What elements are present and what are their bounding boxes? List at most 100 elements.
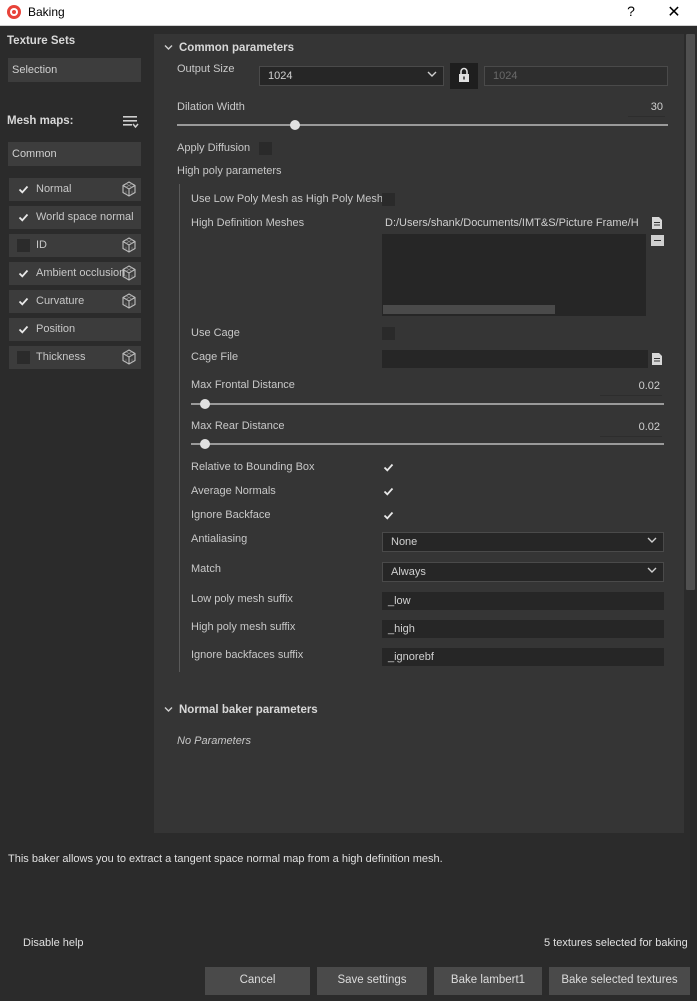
lock-button[interactable] [450, 63, 478, 89]
texture-sets-title: Texture Sets [7, 35, 76, 47]
high-poly-parameters-label: High poly parameters [177, 165, 282, 177]
dilation-width-slider-knob[interactable] [289, 120, 300, 130]
close-button[interactable]: ✕ [664, 2, 684, 22]
ignore-backfaces-suffix-label: Ignore backfaces suffix [191, 649, 304, 661]
mesh-map-label: Position [36, 323, 76, 335]
dilation-width-slider-track[interactable] [177, 124, 668, 126]
common-parameters-title: Common parameters [179, 42, 295, 54]
substance-logo-icon [7, 5, 21, 19]
mesh-settings-icon[interactable] [121, 293, 137, 309]
antialiasing-label: Antialiasing [191, 533, 248, 545]
output-size-linked-field: 1024 [484, 66, 668, 86]
apply-diffusion-checkbox[interactable] [259, 142, 272, 155]
chevron-down-icon [647, 567, 657, 573]
cage-file-label: Cage File [191, 351, 239, 363]
mesh-map-checkbox[interactable] [17, 351, 30, 364]
normal-baker-header[interactable]: Normal baker parameters [164, 704, 318, 716]
mesh-map-item[interactable]: Normal [9, 178, 141, 201]
file-icon[interactable] [651, 216, 663, 230]
mesh-map-checkbox[interactable] [17, 267, 30, 280]
relative-bbox-checkbox[interactable] [382, 461, 395, 474]
mesh-map-checkbox[interactable] [17, 211, 30, 224]
use-cage-label: Use Cage [191, 327, 240, 339]
chevron-down-icon [164, 42, 173, 54]
dilation-width-value[interactable]: 30 [628, 101, 665, 117]
output-size-label: Output Size [177, 63, 235, 75]
match-value: Always [391, 566, 426, 578]
mesh-maps-filter[interactable]: Common [8, 142, 141, 166]
mesh-map-item[interactable]: Position [9, 318, 141, 341]
mesh-map-item[interactable]: Ambient occlusion [9, 262, 141, 285]
mesh-map-label: ID [36, 239, 47, 251]
mesh-map-item[interactable]: World space normal [9, 206, 141, 229]
high-poly-suffix-input[interactable]: _high [382, 620, 664, 638]
use-cage-checkbox[interactable] [382, 327, 395, 340]
mesh-settings-icon[interactable] [121, 181, 137, 197]
use-low-poly-label: Use Low Poly Mesh as High Poly Mesh [191, 193, 383, 205]
low-poly-suffix-input[interactable]: _low [382, 592, 664, 610]
bake-status-text: 5 textures selected for baking [544, 937, 688, 949]
max-rear-value[interactable]: 0.02 [600, 421, 662, 437]
mesh-settings-icon[interactable] [121, 237, 137, 253]
antialiasing-value: None [391, 536, 418, 548]
low-poly-suffix-label: Low poly mesh suffix [191, 593, 293, 605]
hd-meshes-list[interactable] [382, 234, 646, 316]
bake-selected-button[interactable]: Bake selected textures [549, 967, 690, 995]
texture-sets-selector[interactable]: Selection [8, 58, 141, 82]
max-rear-label: Max Rear Distance [191, 420, 285, 432]
mesh-map-label: World space normal [36, 211, 134, 223]
cage-file-field[interactable] [382, 350, 648, 368]
output-size-select[interactable]: 1024 [259, 66, 444, 86]
chevron-down-icon [647, 537, 657, 543]
output-size-value: 1024 [268, 70, 293, 82]
remove-mesh-button[interactable] [651, 235, 664, 246]
mesh-map-checkbox[interactable] [17, 183, 30, 196]
use-low-poly-checkbox[interactable] [382, 193, 395, 206]
lock-icon [459, 67, 469, 82]
ignore-backfaces-suffix-input[interactable]: _ignorebf [382, 648, 664, 666]
title-bar: Baking ? ✕ [0, 0, 697, 26]
help-button[interactable]: ? [622, 3, 640, 19]
mesh-settings-icon[interactable] [121, 349, 137, 365]
normal-baker-title: Normal baker parameters [179, 704, 318, 716]
save-settings-button[interactable]: Save settings [317, 967, 427, 995]
disable-help-link[interactable]: Disable help [23, 937, 84, 949]
hd-meshes-hscrollbar[interactable] [383, 305, 555, 314]
chevron-down-icon [164, 704, 173, 716]
mesh-map-checkbox[interactable] [17, 323, 30, 336]
mesh-map-item[interactable]: ID [9, 234, 141, 257]
list-menu-icon[interactable] [122, 114, 140, 130]
mesh-map-label: Ambient occlusion [36, 267, 126, 279]
antialiasing-select[interactable]: None [382, 532, 664, 552]
average-normals-checkbox[interactable] [382, 485, 395, 498]
sidebar: Texture Sets Selection Mesh maps: Common… [0, 27, 148, 827]
mesh-map-item[interactable]: Curvature [9, 290, 141, 313]
file-icon[interactable] [651, 352, 663, 366]
mesh-map-checkbox[interactable] [17, 295, 30, 308]
common-parameters-header[interactable]: Common parameters [164, 42, 294, 54]
no-parameters-note: No Parameters [177, 735, 251, 747]
group-divider [179, 184, 180, 672]
mesh-map-item[interactable]: Thickness [9, 346, 141, 369]
mesh-maps-title: Mesh maps: [7, 115, 74, 127]
max-rear-slider-track[interactable] [191, 443, 664, 445]
panel-scrollbar-thumb[interactable] [686, 34, 695, 590]
cancel-button[interactable]: Cancel [205, 967, 310, 995]
help-text: This baker allows you to extract a tange… [8, 853, 443, 865]
dilation-width-label: Dilation Width [177, 101, 245, 113]
mesh-map-label: Normal [36, 183, 72, 195]
mesh-map-checkbox[interactable] [17, 239, 30, 252]
bake-lambert-button[interactable]: Bake lambert1 [434, 967, 542, 995]
max-frontal-slider-track[interactable] [191, 403, 664, 405]
mesh-settings-icon[interactable] [121, 265, 137, 281]
ignore-backface-label: Ignore Backface [191, 509, 271, 521]
match-select[interactable]: Always [382, 562, 664, 582]
hd-meshes-path[interactable]: D:/Users/shank/Documents/IMT&S/Picture F… [382, 214, 648, 232]
ignore-backface-checkbox[interactable] [382, 509, 395, 522]
max-frontal-value[interactable]: 0.02 [600, 380, 662, 396]
mesh-map-label: Thickness [36, 351, 86, 363]
average-normals-label: Average Normals [191, 485, 276, 497]
mesh-map-label: Curvature [36, 295, 85, 307]
relative-bbox-label: Relative to Bounding Box [191, 461, 315, 473]
high-poly-suffix-label: High poly mesh suffix [191, 621, 296, 633]
